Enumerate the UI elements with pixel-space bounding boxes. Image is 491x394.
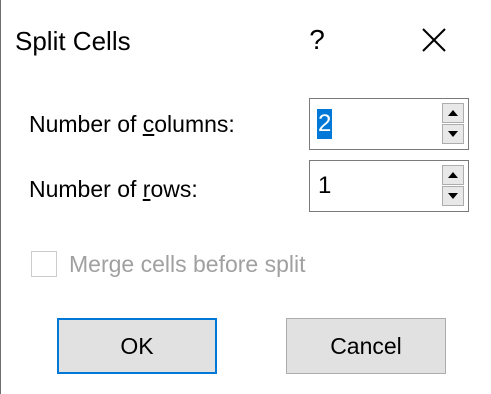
columns-label: Number of columns: <box>29 110 235 138</box>
rows-spin-buttons <box>442 165 464 207</box>
rows-value[interactable]: 1 <box>318 171 331 201</box>
columns-spin-buttons <box>442 103 464 145</box>
ok-button[interactable]: OK <box>57 318 217 374</box>
down-arrow-icon <box>448 193 458 199</box>
rows-spinner[interactable]: 1 <box>309 160 469 212</box>
rows-label: Number of rows: <box>29 175 198 203</box>
columns-increment-button[interactable] <box>442 103 464 123</box>
help-button[interactable]: ? <box>297 18 337 62</box>
cancel-button[interactable]: Cancel <box>286 318 446 374</box>
dialog-title: Split Cells <box>15 26 131 56</box>
columns-decrement-button[interactable] <box>442 124 464 144</box>
rows-increment-button[interactable] <box>442 165 464 185</box>
columns-label-text: Number of columns: <box>29 111 235 137</box>
down-arrow-icon <box>448 131 458 137</box>
close-button[interactable] <box>399 18 469 62</box>
title-bar: Split Cells ? <box>1 0 491 80</box>
merge-cells-checkbox[interactable] <box>31 251 57 277</box>
split-cells-dialog: Split Cells ? Number of columns: 2 Numbe… <box>0 0 491 394</box>
merge-cells-label: Merge cells before split <box>69 251 306 277</box>
rows-decrement-button[interactable] <box>442 186 464 206</box>
columns-spinner[interactable]: 2 <box>309 98 469 150</box>
columns-value[interactable]: 2 <box>317 109 333 139</box>
close-icon <box>422 28 446 52</box>
rows-label-text: Number of rows: <box>29 176 198 202</box>
up-arrow-icon <box>448 110 458 116</box>
up-arrow-icon <box>448 172 458 178</box>
